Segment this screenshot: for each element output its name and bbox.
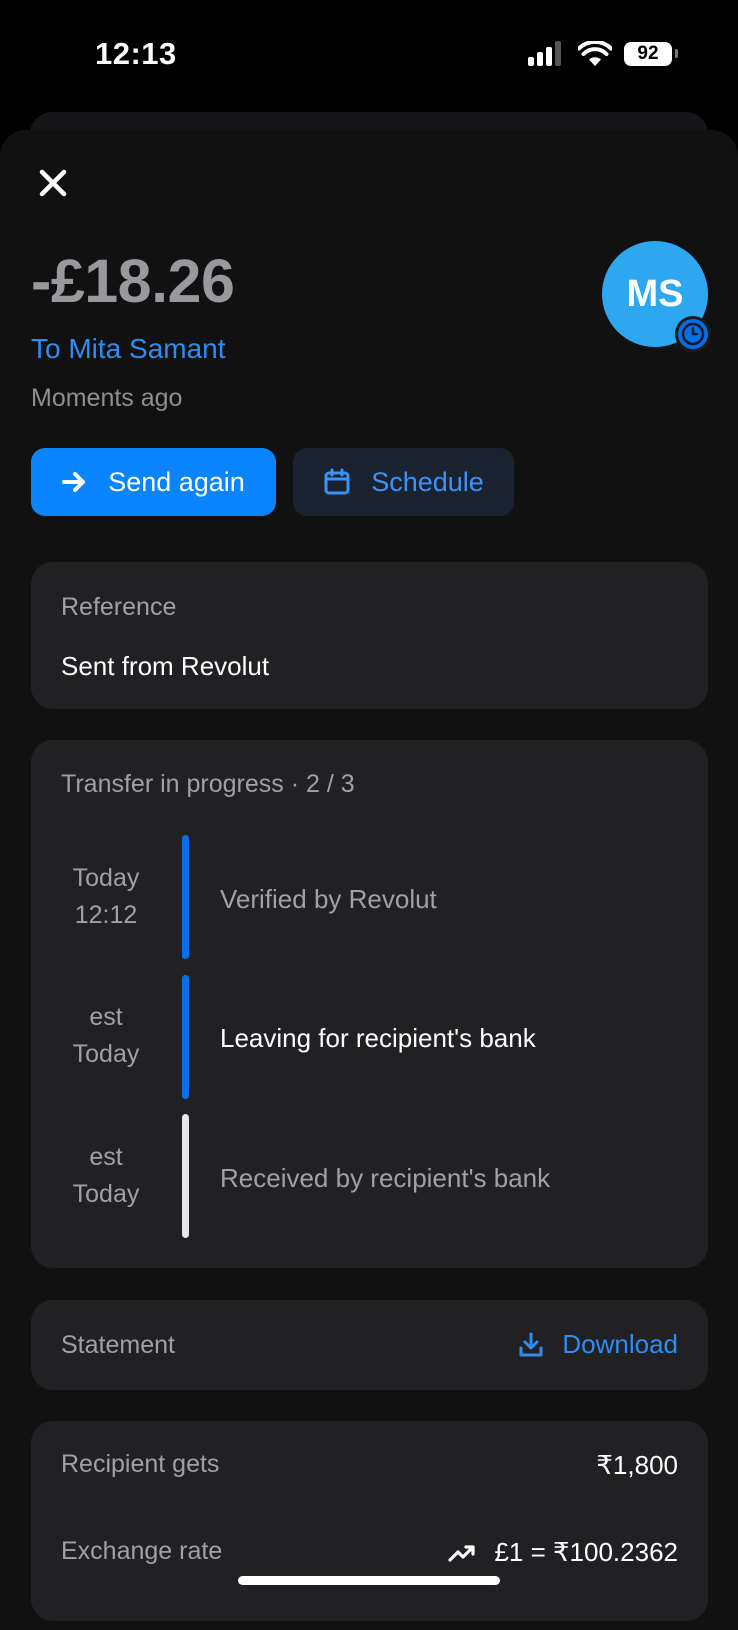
timeline-date-line: est: [89, 1003, 123, 1031]
status-time: 12:13: [95, 36, 177, 71]
schedule-button[interactable]: Schedule: [293, 448, 514, 516]
close-button[interactable]: [36, 166, 70, 200]
statement-label: Statement: [61, 1331, 175, 1359]
timeline-date-line: Today: [72, 1040, 140, 1068]
download-icon: [519, 1332, 543, 1356]
trending-up-icon: [448, 1544, 476, 1562]
cellular-signal-icon: [528, 40, 566, 68]
recipient-gets-label: Recipient gets: [61, 1450, 220, 1478]
exchange-rate-label: Exchange rate: [61, 1537, 223, 1565]
statement-card: Statement Download: [31, 1300, 708, 1390]
pending-clock-badge: [675, 316, 711, 352]
timeline-bar-complete: [182, 835, 189, 959]
timeline-step-label: Leaving for recipient's bank: [220, 1023, 536, 1053]
exchange-card: Recipient gets ₹1,800 Exchange rate £1 =…: [31, 1421, 708, 1621]
timeline-date-line: Today: [72, 1180, 140, 1208]
recipient-gets-value: ₹1,800: [596, 1450, 678, 1481]
transaction-amount: -£18.26: [31, 247, 235, 315]
recipient-link[interactable]: To Mita Samant: [31, 333, 226, 365]
timeline-step-date: Today 12:12: [51, 860, 161, 934]
schedule-label: Schedule: [371, 466, 484, 497]
transaction-time: Moments ago: [31, 384, 183, 412]
timeline-date-line: Today: [72, 864, 140, 892]
download-button[interactable]: Download: [518, 1329, 678, 1360]
timeline-date-line: est: [89, 1143, 123, 1171]
timeline-date-line: 12:12: [74, 901, 138, 929]
timeline-bar-current: [182, 975, 189, 1099]
timeline-step-label: Received by recipient's bank: [220, 1163, 551, 1193]
status-bar: 12:13 92: [0, 0, 738, 110]
arrow-right-icon: [62, 472, 86, 492]
wifi-icon: [578, 41, 612, 66]
close-icon: [39, 169, 67, 197]
recipient-gets-amount: ₹1,800: [596, 1450, 678, 1480]
reference-card: Reference Sent from Revolut: [31, 562, 708, 709]
battery-tip: [675, 49, 678, 58]
clock-icon: [681, 322, 705, 346]
download-label: Download: [562, 1329, 678, 1359]
timeline-step-date: est Today: [51, 999, 161, 1073]
reference-label: Reference: [61, 593, 177, 621]
transfer-title: Transfer in progress · 2 / 3: [61, 770, 355, 798]
timeline-step-label: Verified by Revolut: [220, 884, 437, 914]
send-again-label: Send again: [108, 466, 245, 497]
battery-icon: 92: [624, 42, 672, 66]
calendar-icon: [324, 468, 350, 495]
reference-value: Sent from Revolut: [61, 651, 270, 681]
exchange-rate-amount: £1 = ₹100.2362: [494, 1537, 678, 1567]
home-indicator[interactable]: [238, 1576, 500, 1585]
transfer-progress-card: Transfer in progress · 2 / 3 Today 12:12…: [31, 740, 708, 1268]
timeline-step-date: est Today: [51, 1139, 161, 1213]
timeline-bar-pending: [182, 1114, 189, 1238]
send-again-button[interactable]: Send again: [31, 448, 276, 516]
exchange-rate-value[interactable]: £1 = ₹100.2362: [448, 1537, 678, 1568]
